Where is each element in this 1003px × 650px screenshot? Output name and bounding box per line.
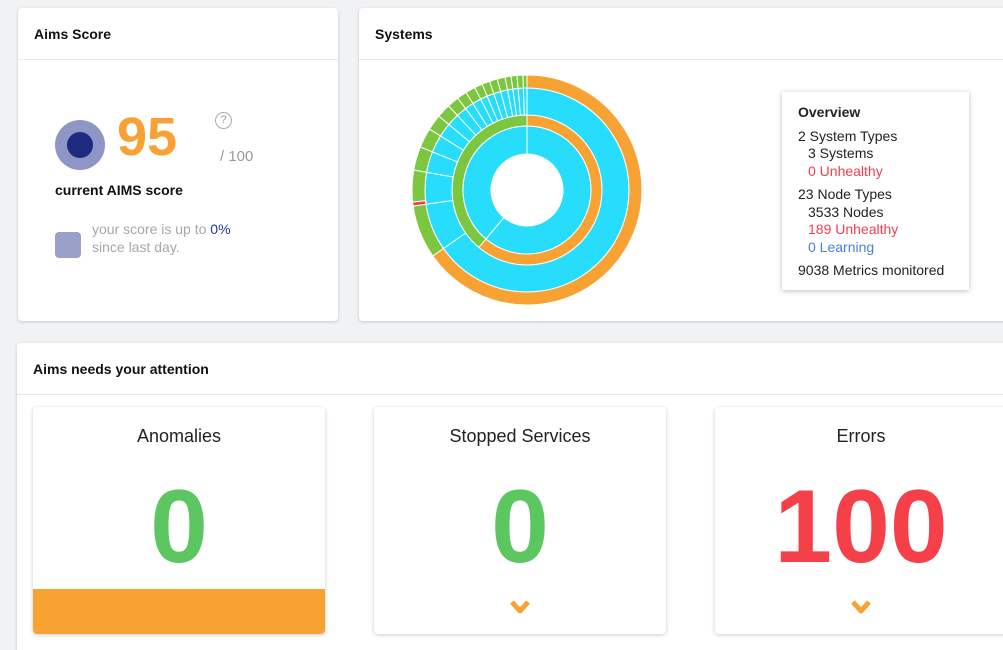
systems-sunburst-chart[interactable] bbox=[411, 74, 643, 306]
system-types: 2 System Types bbox=[798, 127, 898, 144]
panel-title: Aims Score bbox=[18, 8, 338, 60]
stopped-services-card[interactable]: Stopped Services 0 bbox=[374, 407, 666, 634]
systems-count: 3 Systems bbox=[808, 145, 874, 161]
trend-icon bbox=[55, 232, 81, 258]
score-trend: your score is up to 0% since last day. bbox=[92, 220, 292, 256]
trend-suffix: since last day. bbox=[92, 239, 180, 255]
trend-prefix: your score is up to bbox=[92, 221, 211, 237]
card-value: 0 bbox=[150, 469, 208, 585]
sunburst-segment[interactable] bbox=[424, 171, 454, 205]
score-caption: current AIMS score bbox=[55, 182, 183, 198]
systems-unhealthy[interactable]: 0 Unhealthy bbox=[798, 163, 953, 181]
anomalies-card[interactable]: Anomalies 0 bbox=[33, 407, 325, 634]
score-value: 95 bbox=[117, 107, 178, 167]
status-bar bbox=[33, 589, 325, 634]
sunburst-segment[interactable] bbox=[522, 87, 528, 116]
nodes-learning[interactable]: 0 Learning bbox=[798, 239, 953, 257]
node-types: 23 Node Types bbox=[798, 186, 892, 202]
chevron-down-icon[interactable] bbox=[851, 600, 871, 614]
sunburst-segment[interactable] bbox=[516, 74, 524, 89]
card-value: 100 bbox=[774, 469, 948, 585]
attention-panel: Aims needs your attention Anomalies 0 St… bbox=[17, 343, 1003, 650]
overview-title: Overview bbox=[798, 104, 861, 120]
overview-card: Overview 2 System Types 3 Systems 0 Unhe… bbox=[782, 92, 969, 290]
nodes-unhealthy[interactable]: 189 Unhealthy bbox=[798, 221, 953, 239]
score-indicator-icon bbox=[55, 120, 105, 170]
nodes-count: 3533 Nodes bbox=[808, 203, 884, 220]
sunburst-segment[interactable] bbox=[411, 169, 428, 203]
trend-value: 0% bbox=[210, 221, 231, 237]
sunburst-segment[interactable] bbox=[522, 74, 528, 89]
panel-title: Systems bbox=[359, 8, 1003, 60]
card-title: Stopped Services bbox=[449, 426, 591, 446]
systems-panel: Systems Overview 2 System Types 3 System… bbox=[359, 8, 1003, 321]
chevron-down-icon[interactable] bbox=[510, 600, 530, 614]
score-row: 95 ? / 100 bbox=[55, 110, 315, 180]
score-max: / 100 bbox=[220, 148, 254, 165]
card-title: Anomalies bbox=[136, 426, 222, 446]
aims-score-panel: Aims Score 95 ? / 100 current AIMS score… bbox=[18, 8, 338, 321]
card-title: Errors bbox=[836, 426, 886, 446]
card-value: 0 bbox=[491, 469, 549, 585]
help-icon[interactable]: ? bbox=[215, 112, 232, 129]
metrics-monitored: 9038 Metrics monitored bbox=[798, 262, 945, 278]
errors-card[interactable]: Errors 100 bbox=[715, 407, 1003, 634]
panel-title: Aims needs your attention bbox=[17, 343, 1003, 395]
